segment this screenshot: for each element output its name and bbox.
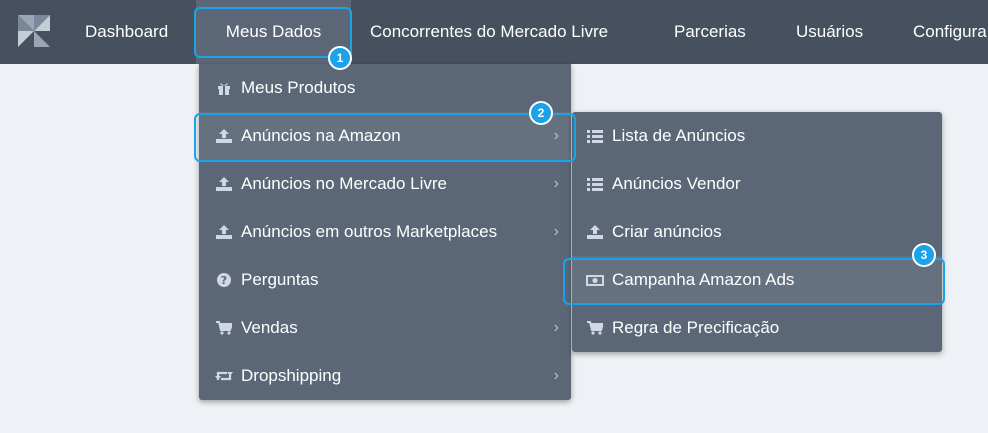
- menu-item-label: Meus Produtos: [241, 78, 356, 97]
- menu-item-perguntas[interactable]: ? Perguntas: [199, 256, 571, 304]
- submenu-item-campanha-amazon-ads[interactable]: Campanha Amazon Ads: [572, 256, 942, 304]
- list-icon: [586, 127, 604, 145]
- upload-icon: [215, 223, 233, 241]
- meus-dados-dropdown: Meus Produtos Anúncios na Amazon › Anúnc…: [199, 64, 571, 400]
- menu-item-vendas[interactable]: Vendas ›: [199, 304, 571, 352]
- menu-item-label: Anúncios em outros Marketplaces: [241, 222, 498, 241]
- nav-configuracoes[interactable]: Configura: [913, 0, 987, 64]
- pinwheel-logo-icon[interactable]: [14, 11, 54, 51]
- submenu-item-label: Regra de Precificação: [612, 318, 780, 337]
- submenu-item-criar-anuncios[interactable]: Criar anúncios: [572, 208, 942, 256]
- menu-item-label: Perguntas: [241, 270, 319, 289]
- svg-text:?: ?: [221, 274, 227, 287]
- retweet-icon: [215, 367, 233, 385]
- menu-item-anuncios-amazon[interactable]: Anúncios na Amazon ›: [199, 112, 571, 160]
- submenu-item-label: Lista de Anúncios: [612, 126, 746, 145]
- nav-dashboard[interactable]: Dashboard: [85, 0, 168, 64]
- menu-item-anuncios-mercado-livre[interactable]: Anúncios no Mercado Livre ›: [199, 160, 571, 208]
- step-badge-3: 3: [912, 243, 936, 267]
- submenu-item-label: Campanha Amazon Ads: [612, 270, 795, 289]
- submenu-item-anuncios-vendor[interactable]: Anúncios Vendor: [572, 160, 942, 208]
- upload-icon: [215, 175, 233, 193]
- nav-concorrentes[interactable]: Concorrentes do Mercado Livre: [370, 0, 608, 64]
- chevron-right-icon: ›: [553, 223, 559, 240]
- list-icon: [586, 175, 604, 193]
- submenu-item-lista-anuncios[interactable]: Lista de Anúncios: [572, 112, 942, 160]
- submenu-item-regra-precificacao[interactable]: Regra de Precificação: [572, 304, 942, 352]
- submenu-item-label: Anúncios Vendor: [612, 174, 741, 193]
- upload-icon: [586, 223, 604, 241]
- menu-item-label: Dropshipping: [241, 366, 342, 385]
- step-badge-1: 1: [328, 46, 352, 70]
- nav-usuarios[interactable]: Usuários: [796, 0, 863, 64]
- step-badge-2: 2: [529, 101, 553, 125]
- cart-icon: [586, 319, 605, 337]
- nav-parcerias[interactable]: Parcerias: [674, 0, 746, 64]
- cart-icon: [215, 319, 234, 337]
- submenu-item-label: Criar anúncios: [612, 222, 722, 241]
- chevron-right-icon: ›: [553, 127, 559, 144]
- menu-item-meus-produtos[interactable]: Meus Produtos: [199, 64, 571, 112]
- chevron-right-icon: ›: [553, 175, 559, 192]
- question-circle-icon: ?: [215, 271, 233, 289]
- menu-item-label: Anúncios no Mercado Livre: [241, 174, 448, 193]
- amazon-submenu: Lista de Anúncios Anúncios Vendor Criar …: [572, 112, 942, 352]
- menu-item-label: Anúncios na Amazon: [241, 126, 401, 145]
- menu-item-label: Vendas: [241, 318, 298, 337]
- chevron-right-icon: ›: [553, 319, 559, 336]
- menu-item-dropshipping[interactable]: Dropshipping ›: [199, 352, 571, 400]
- top-navbar: Dashboard Meus Dados Concorrentes do Mer…: [0, 0, 988, 64]
- money-icon: [586, 271, 604, 289]
- chevron-right-icon: ›: [553, 367, 559, 384]
- upload-icon: [215, 127, 233, 145]
- gift-icon: [215, 79, 233, 97]
- menu-item-anuncios-outros-marketplaces[interactable]: Anúncios em outros Marketplaces ›: [199, 208, 571, 256]
